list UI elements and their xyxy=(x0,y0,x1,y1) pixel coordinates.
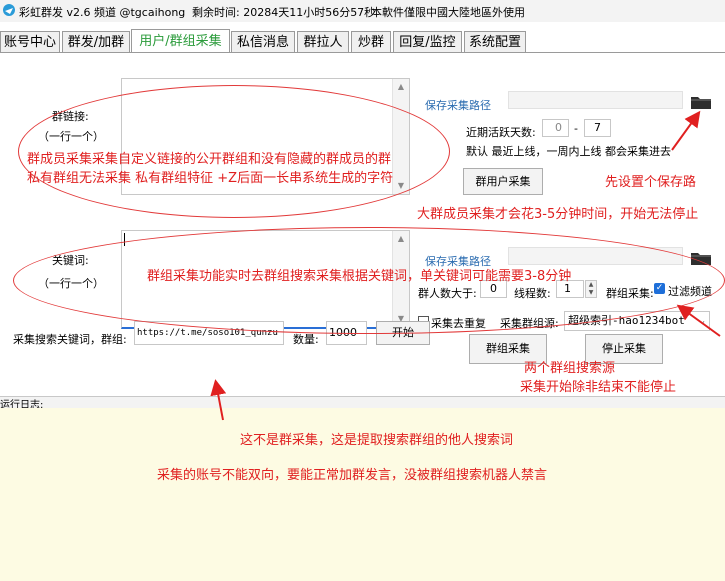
arrow-to-search-row xyxy=(210,379,227,421)
arrow-to-save-path xyxy=(671,110,701,151)
arrow-to-source xyxy=(676,304,721,337)
annotation-arrows xyxy=(210,110,721,421)
